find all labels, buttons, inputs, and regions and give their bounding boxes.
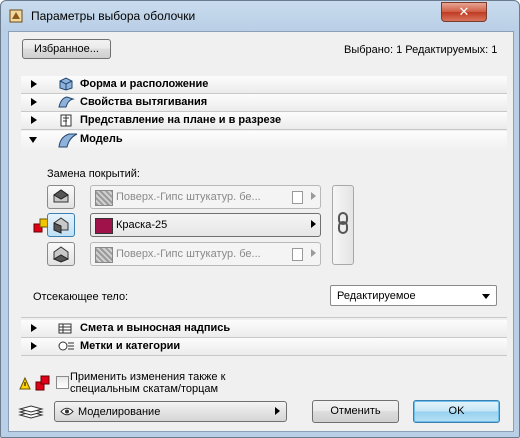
cut-body-select[interactable]: Редактируемое bbox=[330, 285, 497, 306]
bottom-surface-field[interactable]: Поверх.-Гипс штукатур. бе... bbox=[90, 242, 321, 266]
section-label: Представление на плане и в разрезе bbox=[80, 114, 282, 126]
cancel-button[interactable]: Отменить bbox=[312, 400, 399, 423]
surface-name: Краска-25 bbox=[116, 219, 168, 231]
section-plan[interactable]: Представление на плане и в разрезе bbox=[21, 112, 507, 130]
shell-model-icon bbox=[58, 133, 78, 148]
override-label: Замена покрытий: bbox=[47, 168, 140, 180]
view-mode-dropdown[interactable]: Моделирование bbox=[54, 401, 287, 422]
cut-body-value: Редактируемое bbox=[337, 290, 416, 302]
window-title: Параметры выбора оболочки bbox=[31, 9, 196, 23]
document-icon bbox=[292, 248, 303, 261]
bottom-surface-icon bbox=[52, 246, 70, 263]
schedule-icon bbox=[58, 323, 72, 334]
edge-surface-icon bbox=[53, 217, 69, 234]
section-form[interactable]: Форма и расположение bbox=[21, 76, 507, 94]
edge-surface-field[interactable]: Краска-25 bbox=[90, 213, 321, 237]
expand-arrow-icon[interactable] bbox=[31, 98, 37, 106]
section-tags[interactable]: Метки и категории bbox=[21, 338, 507, 356]
apply-special-checkbox[interactable] bbox=[56, 376, 69, 389]
warning-icon bbox=[19, 375, 50, 391]
chevron-right-icon bbox=[275, 407, 280, 415]
expand-arrow-icon[interactable] bbox=[31, 116, 37, 124]
expand-arrow-icon[interactable] bbox=[31, 324, 37, 332]
chevron-right-icon bbox=[311, 249, 316, 257]
chain-link-button[interactable] bbox=[332, 185, 354, 265]
expand-arrow-icon[interactable] bbox=[31, 342, 37, 350]
extrusion-icon bbox=[58, 96, 75, 108]
dialog-window: Параметры выбора оболочки ✕ Избранное...… bbox=[0, 0, 520, 438]
selection-status: Выбрано: 1 Редактируемых: 1 bbox=[344, 44, 498, 56]
section-extrusion[interactable]: Свойства вытягивания bbox=[21, 94, 507, 112]
section-label: Свойства вытягивания bbox=[80, 96, 208, 108]
section-label: Форма и расположение bbox=[80, 78, 209, 90]
surface-swatch bbox=[95, 190, 113, 206]
edge-surface-button[interactable] bbox=[47, 213, 75, 237]
collapse-arrow-icon[interactable] bbox=[29, 137, 37, 143]
eye-icon bbox=[60, 407, 74, 416]
surface-name: Поверх.-Гипс штукатур. бе... bbox=[116, 248, 261, 260]
chain-link-icon bbox=[338, 212, 348, 234]
paint-swatch bbox=[95, 218, 113, 234]
cut-body-label: Отсекающее тело: bbox=[33, 291, 129, 303]
top-surface-button[interactable] bbox=[47, 185, 75, 209]
close-button[interactable]: ✕ bbox=[441, 2, 487, 22]
chevron-right-icon bbox=[311, 192, 316, 200]
section-schedule[interactable]: Смета и выносная надпись bbox=[21, 320, 507, 338]
section-label: Модель bbox=[80, 133, 123, 145]
view-mode-label: Моделирование bbox=[78, 406, 161, 418]
ok-button[interactable]: OK bbox=[413, 400, 500, 423]
section-model[interactable]: Модель bbox=[21, 131, 507, 150]
dialog-body: Избранное... Выбрано: 1 Редактируемых: 1… bbox=[8, 31, 514, 432]
document-icon bbox=[292, 191, 303, 204]
top-surface-field[interactable]: Поверх.-Гипс штукатур. бе... bbox=[90, 185, 321, 209]
layers-icon bbox=[18, 405, 44, 419]
apply-special-label: Применить изменения также к специальным … bbox=[70, 371, 226, 395]
section-label: Смета и выносная надпись bbox=[80, 322, 231, 334]
title-bar: Параметры выбора оболочки ✕ bbox=[1, 1, 519, 31]
app-icon bbox=[9, 9, 23, 23]
bottom-surface-button[interactable] bbox=[47, 242, 75, 266]
surface-swatch bbox=[95, 247, 113, 263]
favorites-button[interactable]: Избранное... bbox=[22, 39, 111, 59]
surface-name: Поверх.-Гипс штукатур. бе... bbox=[116, 191, 261, 203]
chevron-right-icon bbox=[311, 220, 316, 228]
section-label: Метки и категории bbox=[80, 340, 181, 352]
chevron-down-icon bbox=[482, 294, 490, 299]
box-shape-icon bbox=[59, 77, 73, 91]
tags-icon bbox=[58, 341, 74, 351]
divider bbox=[21, 317, 507, 318]
top-surface-icon bbox=[53, 189, 69, 203]
plan-section-icon bbox=[60, 114, 72, 127]
expand-arrow-icon[interactable] bbox=[31, 80, 37, 88]
